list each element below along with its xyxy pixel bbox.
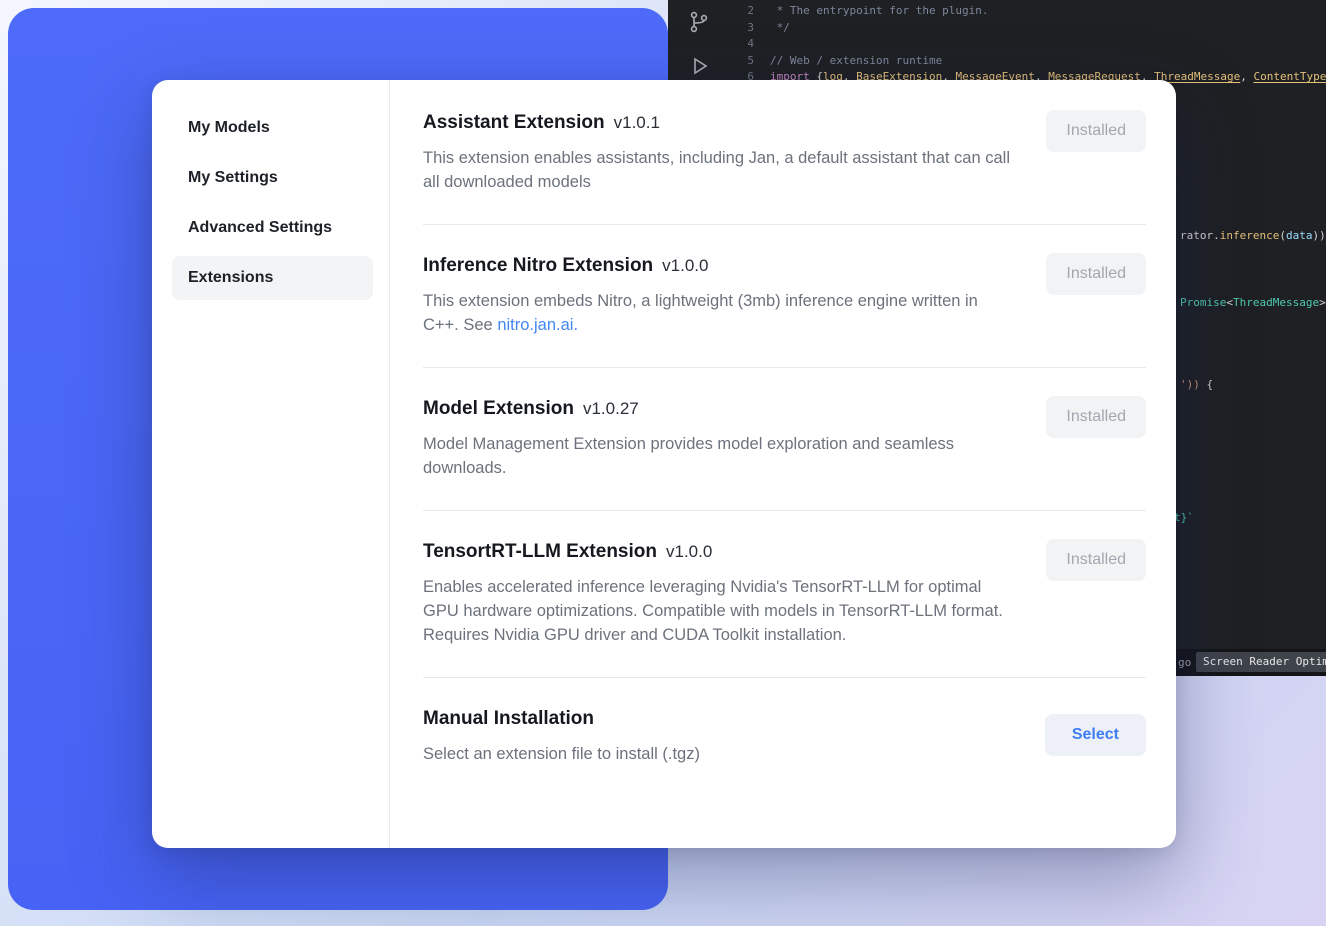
extension-description: Model Management Extension provides mode…: [423, 432, 1015, 480]
code-area: 2 * The entrypoint for the plugin. 3 */ …: [728, 3, 1326, 86]
extension-version: v1.0.1: [614, 113, 660, 132]
extension-row-nitro: Inference Nitro Extension v1.0.0 This ext…: [423, 225, 1146, 368]
source-control-icon[interactable]: [687, 10, 711, 34]
extension-version: v1.0.0: [666, 542, 712, 561]
installed-button[interactable]: Installed: [1046, 539, 1146, 581]
code-line: 4: [728, 36, 1326, 53]
extension-info: Model Extension v1.0.27 Model Management …: [423, 396, 1015, 480]
code-fragment: ')) {: [1180, 378, 1213, 391]
extension-name: TensortRT-LLM Extension: [423, 541, 657, 562]
extension-name: Model Extension: [423, 398, 574, 419]
code-token: Promise: [1180, 296, 1226, 309]
code-token: ThreadMessage: [1233, 296, 1319, 309]
extension-info: Assistant Extension v1.0.1 This extension…: [423, 110, 1015, 194]
sidebar-item-advanced-settings[interactable]: Advanced Settings: [172, 206, 373, 250]
extension-row-assistant: Assistant Extension v1.0.1 This extension…: [423, 82, 1146, 225]
extension-row-model: Model Extension v1.0.27 Model Management …: [423, 368, 1146, 511]
code-token: */: [770, 20, 790, 37]
extension-info: Manual Installation Select an extension …: [423, 706, 700, 766]
manual-installation-row: Manual Installation Select an extension …: [423, 678, 1146, 796]
extension-version: v1.0.27: [583, 399, 639, 418]
code-line: 3 */: [728, 20, 1326, 37]
select-file-button[interactable]: Select: [1045, 714, 1146, 756]
code-fragment: Promise<ThreadMessage>: [1180, 296, 1326, 309]
extension-description: This extension enables assistants, inclu…: [423, 146, 1015, 194]
code-token: ,: [1240, 69, 1253, 86]
editor-activity-bar: [674, 10, 724, 78]
code-token: {: [1200, 378, 1213, 391]
code-line: 5 // Web / extension runtime: [728, 53, 1326, 70]
line-number: 4: [728, 36, 754, 53]
code-token: ContentType: [1254, 69, 1326, 86]
code-fragment: rator.inference(data));: [1180, 229, 1326, 242]
screen-reader-status-chip[interactable]: Screen Reader Optimize: [1196, 652, 1326, 672]
extension-title: Inference Nitro Extension v1.0.0: [423, 253, 1015, 279]
line-number: 5: [728, 53, 754, 70]
code-token: t}`: [1174, 511, 1194, 524]
code-token: (: [1279, 229, 1286, 242]
installed-button[interactable]: Installed: [1046, 396, 1146, 438]
settings-sidebar: My Models My Settings Advanced Settings …: [152, 80, 390, 848]
settings-modal: My Models My Settings Advanced Settings …: [152, 80, 1176, 848]
code-token: ')): [1180, 378, 1200, 391]
sidebar-item-my-models[interactable]: My Models: [172, 106, 373, 150]
code-token: // Web / extension runtime: [770, 53, 942, 70]
extension-info: TensortRT-LLM Extension v1.0.0 Enables ac…: [423, 539, 1015, 647]
sidebar-item-my-settings[interactable]: My Settings: [172, 156, 373, 200]
code-token: inference: [1220, 229, 1280, 242]
manual-installation-description: Select an extension file to install (.tg…: [423, 742, 700, 766]
code-token: * The entrypoint for the plugin.: [770, 3, 989, 20]
extension-row-tensorrt: TensortRT-LLM Extension v1.0.0 Enables ac…: [423, 511, 1146, 678]
extension-title: Model Extension v1.0.27: [423, 396, 1015, 422]
extension-version: v1.0.0: [662, 256, 708, 275]
extension-title: TensortRT-LLM Extension v1.0.0: [423, 539, 1015, 565]
code-token: >: [1319, 296, 1326, 309]
extension-description: This extension embeds Nitro, a lightweig…: [423, 289, 1015, 337]
status-text: go: [1178, 656, 1191, 669]
sidebar-item-extensions[interactable]: Extensions: [172, 256, 373, 300]
code-token: rator.: [1180, 229, 1220, 242]
installed-button[interactable]: Installed: [1046, 253, 1146, 295]
desktop-background: 2 * The entrypoint for the plugin. 3 */ …: [0, 0, 1326, 926]
code-token: <: [1226, 296, 1233, 309]
extensions-panel: Assistant Extension v1.0.1 This extension…: [390, 80, 1176, 848]
code-line: 2 * The entrypoint for the plugin.: [728, 3, 1326, 20]
extension-name: Assistant Extension: [423, 112, 605, 133]
extension-info: Inference Nitro Extension v1.0.0 This ext…: [423, 253, 1015, 337]
extension-name: Inference Nitro Extension: [423, 255, 653, 276]
code-token: data: [1286, 229, 1313, 242]
run-and-debug-icon[interactable]: [687, 54, 711, 78]
code-fragment: t}`: [1174, 511, 1194, 524]
manual-installation-title: Manual Installation: [423, 706, 700, 732]
nitro-jan-ai-link[interactable]: nitro.jan.ai.: [497, 316, 578, 334]
line-number: 2: [728, 3, 754, 20]
extension-title: Assistant Extension v1.0.1: [423, 110, 1015, 136]
extension-description: Enables accelerated inference leveraging…: [423, 575, 1015, 647]
installed-button[interactable]: Installed: [1046, 110, 1146, 152]
line-number: 3: [728, 20, 754, 37]
code-token: ));: [1312, 229, 1326, 242]
